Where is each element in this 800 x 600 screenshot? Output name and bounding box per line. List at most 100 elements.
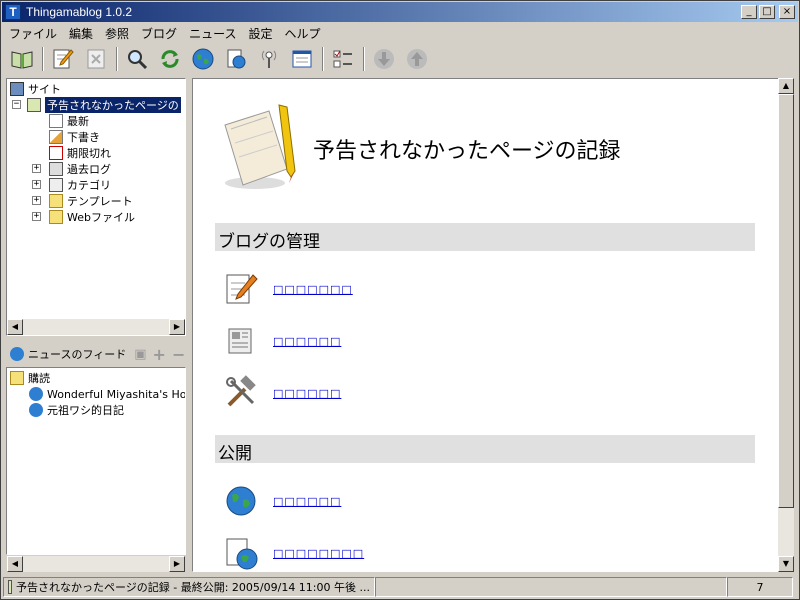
properties-icon[interactable] [287, 44, 317, 74]
open-book-icon [27, 98, 41, 112]
move-up-icon[interactable] [402, 44, 432, 74]
globe-icon[interactable] [188, 44, 218, 74]
expand-toggle[interactable]: + [32, 180, 41, 189]
feed-header: ニュースのフィード ▣ + − [6, 343, 186, 365]
tree-item-categories[interactable]: カテゴリ [49, 177, 111, 193]
action-link[interactable]: □□□□□□ [273, 335, 341, 348]
feed-folder[interactable]: 購読 [10, 370, 50, 386]
maximize-button[interactable]: □ [759, 5, 775, 19]
tree-item-blog[interactable]: 予告されなかったページの [27, 97, 181, 113]
tree-item-archive[interactable]: 過去ログ [49, 161, 111, 177]
open-book-icon[interactable] [7, 44, 37, 74]
list-icon [49, 178, 63, 192]
content-vertical-scrollbar[interactable]: ▲ ▼ [778, 78, 794, 572]
title-bar[interactable]: T Thingamablog 1.0.2 _ □ × [2, 2, 798, 22]
tree-item-webfiles[interactable]: Webファイル [49, 209, 135, 225]
refresh-icon[interactable] [155, 44, 185, 74]
new-folder-icon[interactable]: ▣ [134, 347, 146, 362]
folder-icon [49, 194, 63, 208]
folder-icon [10, 371, 24, 385]
feed-item[interactable]: Wonderful Miyashita's Hou [29, 386, 186, 402]
checklist-icon[interactable] [328, 44, 358, 74]
tree-item-expired[interactable]: 期限切れ [49, 145, 111, 161]
action-link[interactable]: □□□□□□ [273, 387, 341, 400]
scroll-right-icon[interactable]: ▶ [169, 556, 185, 572]
menu-news[interactable]: ニュース [183, 23, 242, 42]
toolbar-separator [116, 47, 118, 71]
add-icon[interactable]: + [153, 345, 166, 364]
scroll-up-icon[interactable]: ▲ [778, 78, 794, 94]
action-row[interactable]: □□□□□□ [223, 323, 341, 359]
feed-tree[interactable]: 購読 Wonderful Miyashita's Hou 元祖ワシ的日記 [6, 367, 186, 555]
scroll-track[interactable] [23, 556, 169, 572]
action-row[interactable]: □□□□□□ [223, 483, 341, 519]
globe-icon [29, 403, 43, 417]
move-down-icon[interactable] [369, 44, 399, 74]
tree-label: サイト [28, 83, 61, 96]
computer-icon [10, 82, 24, 96]
action-row[interactable]: □□□□□□□ [223, 271, 353, 307]
feed-item-label: 元祖ワシ的日記 [47, 404, 124, 417]
document-icon [49, 114, 63, 128]
edit-post-icon [226, 274, 258, 304]
section-heading: 公開 [215, 435, 755, 464]
scroll-track[interactable] [23, 319, 169, 335]
scroll-right-icon[interactable]: ▶ [169, 319, 185, 335]
feed-item-label: Wonderful Miyashita's Hou [47, 387, 186, 401]
globe-icon [226, 486, 256, 516]
feed-horizontal-scrollbar[interactable]: ◀ ▶ [7, 556, 185, 572]
scroll-down-icon[interactable]: ▼ [778, 556, 794, 572]
pencil-icon [49, 130, 63, 144]
tree-item-site[interactable]: サイト [10, 81, 61, 97]
tree-label: 期限切れ [67, 147, 111, 160]
action-row[interactable]: □□□□□□□□ [223, 535, 364, 571]
tree-label: 最新 [67, 115, 89, 128]
notepad-icon [224, 104, 296, 189]
menu-settings[interactable]: 設定 [242, 23, 278, 42]
action-link[interactable]: □□□□□□□□ [273, 547, 364, 560]
action-link[interactable]: □□□□□□□ [273, 283, 353, 296]
content-pane: 予告されなかったページの記録 ブログの管理 □□□□□□□ □□□□□□ □□□… [192, 78, 779, 572]
minimize-button[interactable]: _ [741, 5, 757, 19]
status-spacer [375, 577, 727, 597]
publish-icon[interactable] [221, 44, 251, 74]
scroll-thumb[interactable] [778, 94, 794, 508]
tree-label: Webファイル [67, 211, 135, 224]
tree-horizontal-scrollbar[interactable]: ◀ ▶ [7, 319, 185, 335]
feed-item[interactable]: 元祖ワシ的日記 [29, 402, 124, 418]
site-tree[interactable]: サイト − 予告されなかったページの 最新 下書き 期限切れ + 過去ログ + … [6, 78, 186, 336]
menu-edit[interactable]: 編集 [63, 23, 99, 42]
collapse-toggle[interactable]: − [12, 100, 21, 109]
search-icon[interactable] [122, 44, 152, 74]
expand-toggle[interactable]: + [32, 212, 41, 221]
open-book-icon [8, 580, 12, 594]
remove-icon[interactable]: − [172, 345, 185, 364]
edit-post-icon[interactable] [48, 44, 78, 74]
status-bar: 予告されなかったページの記録 - 最終公開: 2005/09/14 11:00 … [3, 577, 799, 599]
close-button[interactable]: × [779, 5, 795, 19]
page-title: 予告されなかったページの記録 [313, 139, 621, 164]
menu-help[interactable]: ヘルプ [278, 23, 326, 42]
toolbar-separator [363, 47, 365, 71]
action-link[interactable]: □□□□□□ [273, 495, 341, 508]
section-heading: ブログの管理 [215, 223, 755, 252]
tree-item-drafts[interactable]: 下書き [49, 129, 100, 145]
menu-file[interactable]: ファイル [3, 23, 63, 42]
tree-item-templates[interactable]: テンプレート [49, 193, 133, 209]
scroll-left-icon[interactable]: ◀ [7, 319, 23, 335]
action-row[interactable]: □□□□□□ [223, 375, 341, 411]
menu-view[interactable]: 参照 [99, 23, 135, 42]
news-feed-icon [10, 347, 24, 361]
expand-toggle[interactable]: + [32, 164, 41, 173]
globe-icon [29, 387, 43, 401]
expand-toggle[interactable]: + [32, 196, 41, 205]
feed-reader-icon[interactable] [254, 44, 284, 74]
menu-blog[interactable]: ブログ [135, 23, 183, 42]
scroll-left-icon[interactable]: ◀ [7, 556, 23, 572]
tree-item-latest[interactable]: 最新 [49, 113, 89, 129]
publish-icon [226, 538, 258, 570]
delete-post-icon[interactable] [81, 44, 111, 74]
newspaper-icon [228, 328, 252, 354]
tree-label: 予告されなかったページの [45, 97, 181, 113]
window-title: Thingamablog 1.0.2 [26, 5, 133, 19]
